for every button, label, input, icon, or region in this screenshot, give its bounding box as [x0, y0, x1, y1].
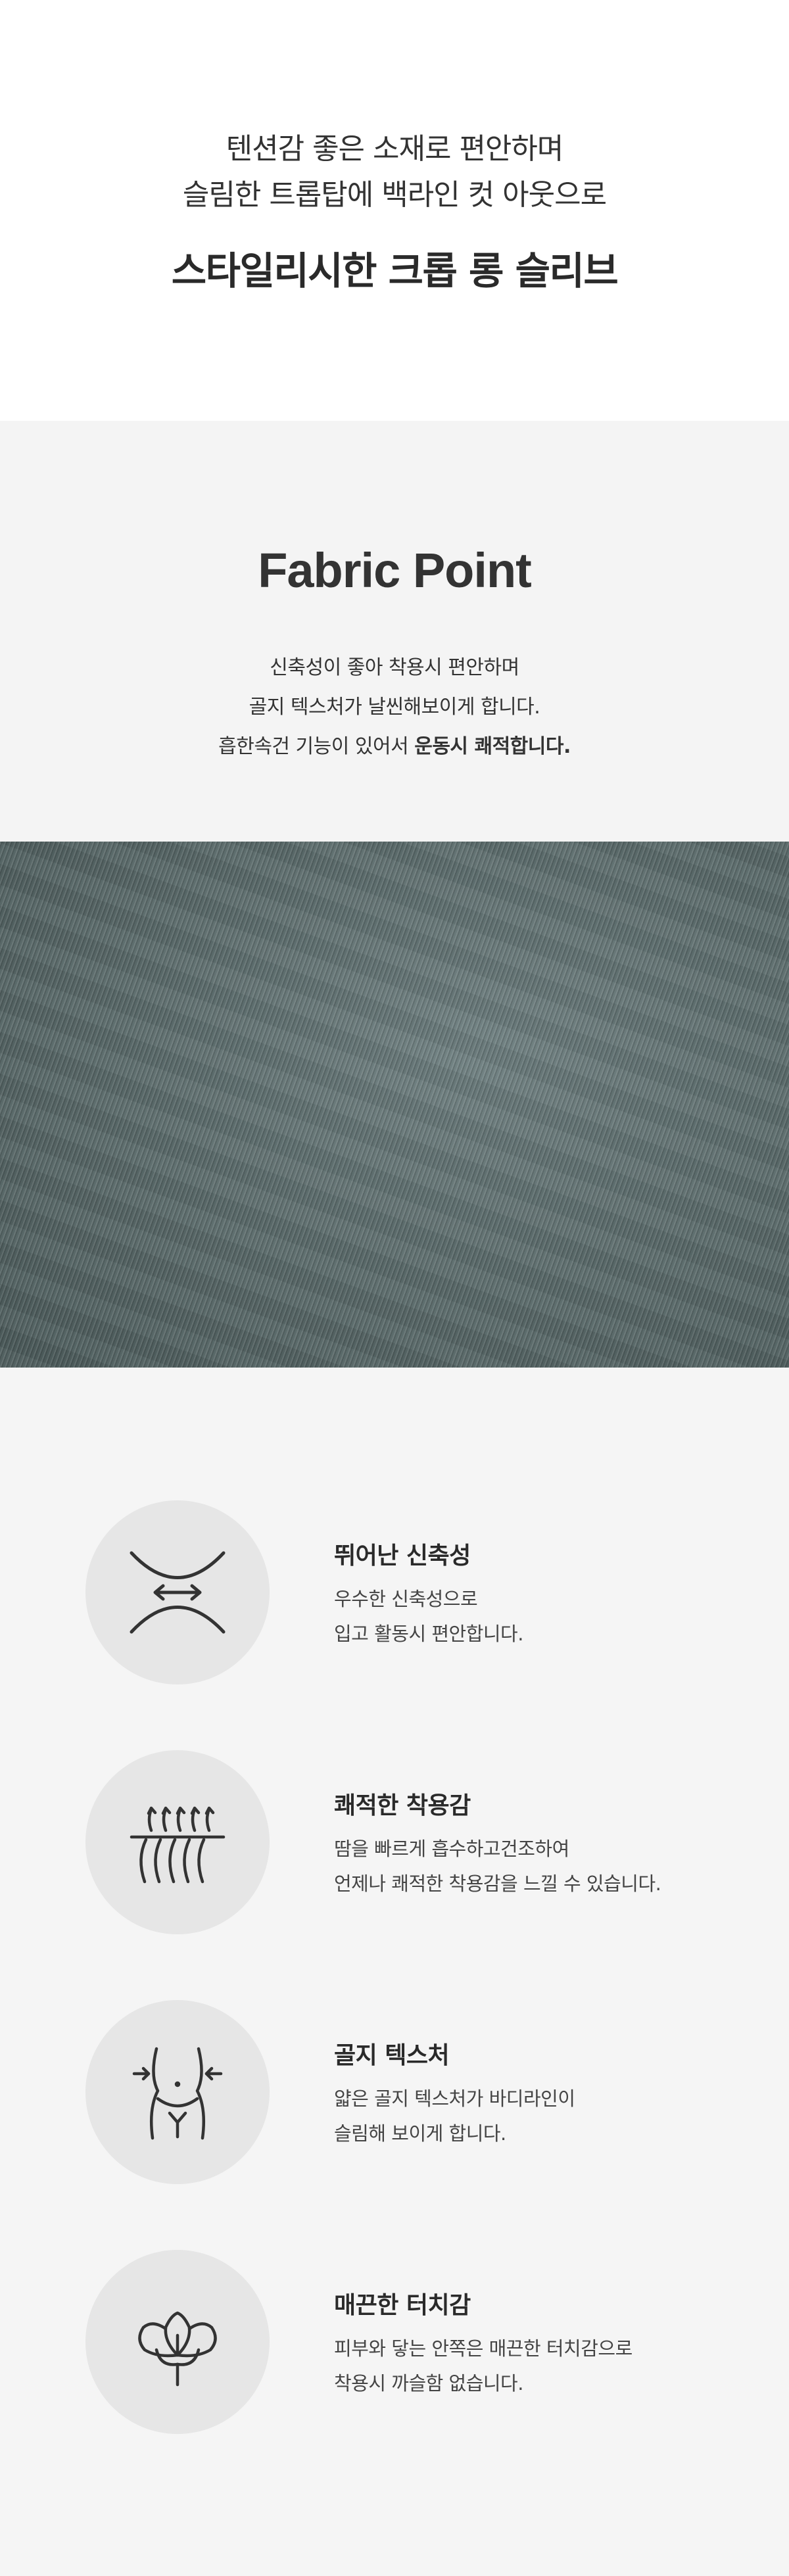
moisture-wicking-icon: [130, 1806, 226, 1884]
fabric-point-title: Fabric Point: [258, 543, 532, 598]
fabric-desc-line-3-bold: 운동시 쾌적합니다.: [414, 735, 571, 758]
feature-item-rib-texture: 골지 텍스처 얇은 골지 텍스처가 바디라인이 슬림해 보이게 합니다.: [0, 2000, 789, 2191]
hero-section: 텐션감 좋은 소재로 편안하며 슬림한 트롭탑에 백라인 컷 아웃으로 스타일리…: [0, 0, 789, 421]
fabric-point-section: Fabric Point 신축성이 좋아 착용시 편안하며 골지 텍스처가 날씬…: [0, 421, 789, 842]
feature-desc-line-1: 땀을 빠르게 흡수하고건조하여: [334, 1838, 569, 1860]
feature-desc-line-2: 착용시 까슬함 없습니다.: [334, 2372, 523, 2395]
feature-desc-line-2: 입고 활동시 편안합니다.: [334, 1623, 523, 1645]
feature-item-smooth-touch: 매끈한 터치감 피부와 닿는 안쪽은 매끈한 터치감으로 착용시 까슬함 없습니…: [0, 2250, 789, 2441]
hero-title: 스타일리시한 크롭 롱 슬리브: [171, 249, 619, 293]
feature-icon-circle: [85, 2250, 270, 2434]
feature-item-stretch: 뛰어난 신축성 우수한 신축성으로 입고 활동시 편안합니다.: [0, 1500, 789, 1691]
slim-waist-icon: [132, 2047, 223, 2140]
hero-line-1: 텐션감 좋은 소재로 편안하며: [226, 132, 564, 166]
feature-title: 매끈한 터치감: [334, 2292, 471, 2319]
feature-desc-line-1: 우수한 신축성으로: [334, 1588, 478, 1610]
fabric-desc-line-3-text: 흡한속건 기능이 있어서: [218, 735, 415, 758]
fabric-desc-line-2: 골지 텍스처가 날씬해보이게 합니다.: [249, 696, 540, 719]
feature-desc-line-2: 슬림해 보이게 합니다.: [334, 2122, 506, 2145]
feature-desc-line-2: 언제나 쾌적한 착용감을 느낄 수 있습니다.: [334, 1872, 661, 1895]
feature-desc-line-1: 얇은 골지 텍스처가 바디라인이: [334, 2087, 575, 2110]
hero-line-2: 슬림한 트롭탑에 백라인 컷 아웃으로: [182, 178, 607, 212]
stretch-icon: [130, 1551, 226, 1634]
features-section: 뛰어난 신축성 우수한 신축성으로 입고 활동시 편안합니다. 쾌적한 착용감 …: [0, 1368, 789, 2576]
feature-title: 골지 텍스처: [334, 2042, 450, 2069]
feature-icon-circle: [85, 1750, 270, 1934]
feature-icon-circle: [85, 1500, 270, 1684]
feature-title: 뛰어난 신축성: [334, 1542, 471, 1569]
feature-icon-circle: [85, 2000, 270, 2184]
fabric-desc-line-3: 흡한속건 기능이 있어서 운동시 쾌적합니다.: [0, 730, 789, 759]
feature-title: 쾌적한 착용감: [334, 1792, 471, 1819]
cotton-flower-icon: [138, 2311, 217, 2387]
feature-item-comfort: 쾌적한 착용감 땀을 빠르게 흡수하고건조하여 언제나 쾌적한 착용감을 느낄 …: [0, 1750, 789, 1941]
fabric-desc-line-1: 신축성이 좋아 착용시 편안하며: [270, 656, 519, 679]
feature-desc-line-1: 피부와 닿는 안쪽은 매끈한 터치감으로: [334, 2337, 633, 2360]
fabric-swatch-image: [0, 842, 789, 1368]
